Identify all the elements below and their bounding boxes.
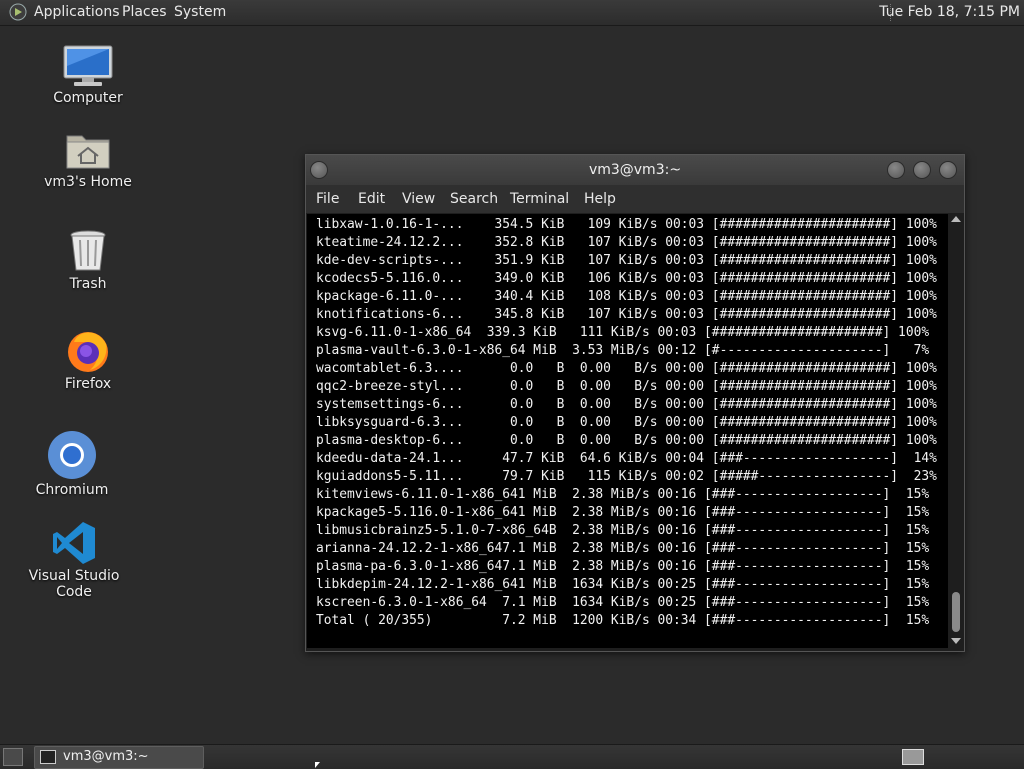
clock[interactable]: Tue Feb 18, 7:15 PM — [879, 4, 1020, 20]
terminal-line: plasma-pa-6.3.0-1-x86_647.1 MiB 2.38 MiB… — [316, 559, 930, 574]
scroll-thumb[interactable] — [952, 592, 960, 632]
desktop-icon-label: Trash — [69, 276, 107, 292]
chromium-icon — [48, 431, 96, 479]
menu-search[interactable]: Search — [450, 191, 498, 207]
terminal-line: libkdepim-24.12.2-1-x86_641 MiB 1634 KiB… — [316, 577, 930, 592]
terminal-line: plasma-desktop-6... 0.0 B 0.00 B/s 00:00… — [316, 433, 937, 448]
terminal-line: plasma-vault-6.3.0-1-x86_64 MiB 3.53 MiB… — [316, 343, 930, 358]
terminal-line: knotifications-6... 345.8 KiB 107 KiB/s … — [316, 307, 937, 322]
terminal-line: systemsettings-6... 0.0 B 0.00 B/s 00:00… — [316, 397, 937, 412]
desktop-icon-chromium[interactable]: Chromium — [12, 430, 132, 498]
desktop-icon-label: vm3's Home — [44, 174, 132, 190]
terminal-menubar: File Edit View Search Terminal Help — [306, 185, 964, 213]
top-panel: Applications Places System Tue Feb 18, 7… — [0, 0, 1024, 26]
bottom-panel: vm3@vm3:~ — [0, 744, 1024, 769]
firefox-icon — [68, 332, 108, 372]
show-desktop-button[interactable] — [3, 748, 23, 766]
terminal-line: libksysguard-6.3... 0.0 B 0.00 B/s 00:00… — [316, 415, 937, 430]
taskbar-item-label: vm3@vm3:~ — [63, 749, 149, 764]
desktop-icon-vscode[interactable]: Visual Studio Code — [14, 520, 134, 600]
terminal-line: kcodecs5-5.116.0... 349.0 KiB 106 KiB/s … — [316, 271, 937, 286]
scroll-up-arrow-icon[interactable] — [951, 216, 961, 222]
applications-menu[interactable]: Applications — [34, 4, 120, 20]
terminal-line: kdeedu-data-24.1... 47.7 KiB 64.6 KiB/s … — [316, 451, 937, 466]
menu-edit[interactable]: Edit — [358, 191, 385, 207]
desktop-icon-trash[interactable]: Trash — [28, 228, 148, 292]
applications-logo-icon[interactable] — [9, 3, 27, 21]
menu-view[interactable]: View — [402, 191, 435, 207]
taskbar-item-terminal[interactable]: vm3@vm3:~ — [34, 746, 204, 769]
desktop-icon-label: Firefox — [64, 376, 112, 392]
window-titlebar[interactable]: vm3@vm3:~ — [306, 155, 964, 185]
terminal-line: libmusicbrainz5-5.1.0-7-x86_64B 2.38 MiB… — [316, 523, 930, 538]
scroll-down-arrow-icon[interactable] — [951, 638, 961, 644]
terminal-output[interactable]: libxaw-1.0.16-1-... 354.5 KiB 109 KiB/s … — [307, 214, 948, 648]
terminal-line: arianna-24.12.2-1-x86_647.1 MiB 2.38 MiB… — [316, 541, 930, 556]
terminal-line: qqc2-breeze-styl... 0.0 B 0.00 B/s 00:00… — [316, 379, 937, 394]
desktop-icon-computer[interactable]: Computer — [28, 44, 148, 106]
terminal-line: kpackage5-5.116.0-1-x86_641 MiB 2.38 MiB… — [316, 505, 930, 520]
minimize-button[interactable] — [887, 161, 905, 179]
desktop-icon-label: Chromium — [35, 482, 109, 498]
terminal-scrollbar[interactable] — [949, 214, 963, 648]
menu-file[interactable]: File — [316, 191, 339, 207]
terminal-line: libxaw-1.0.16-1-... 354.5 KiB 109 KiB/s … — [316, 217, 937, 232]
menu-help[interactable]: Help — [584, 191, 616, 207]
workspace-switcher[interactable] — [902, 749, 924, 765]
window-title: vm3@vm3:~ — [588, 162, 682, 178]
desktop-icon-label: Computer — [53, 90, 123, 106]
terminal-line: kitemviews-6.11.0-1-x86_641 MiB 2.38 MiB… — [316, 487, 930, 502]
mouse-cursor-icon — [315, 762, 320, 768]
vscode-icon — [53, 522, 95, 564]
desktop-icon-label: Visual Studio Code — [28, 568, 120, 600]
desktop-icon-home[interactable]: vm3's Home — [28, 128, 148, 190]
terminal-lines: libxaw-1.0.16-1-... 354.5 KiB 109 KiB/s … — [316, 216, 937, 630]
terminal-line: Total ( 20/355) 7.2 MiB 1200 KiB/s 00:34… — [316, 613, 930, 628]
menu-terminal[interactable]: Terminal — [510, 191, 569, 207]
terminal-line: wacomtablet-6.3.... 0.0 B 0.00 B/s 00:00… — [316, 361, 937, 376]
computer-icon — [63, 45, 113, 86]
maximize-button[interactable] — [913, 161, 931, 179]
terminal-line: kde-dev-scripts-... 351.9 KiB 107 KiB/s … — [316, 253, 937, 268]
trash-icon — [70, 230, 106, 271]
home-folder-icon — [66, 135, 110, 169]
terminal-line: kscreen-6.3.0-1-x86_64 7.1 MiB 1634 KiB/… — [316, 595, 930, 610]
terminal-line: kpackage-6.11.0-... 340.4 KiB 108 KiB/s … — [316, 289, 937, 304]
terminal-line: kguiaddons5-5.11... 79.7 KiB 115 KiB/s 0… — [316, 469, 937, 484]
terminal-line: ksvg-6.11.0-1-x86_64 339.3 KiB 111 KiB/s… — [316, 325, 930, 340]
system-menu[interactable]: System — [174, 4, 226, 20]
places-menu[interactable]: Places — [122, 4, 167, 20]
terminal-window[interactable]: vm3@vm3:~ File Edit View Search Terminal… — [305, 154, 965, 652]
terminal-icon — [40, 750, 56, 764]
desktop-icon-firefox[interactable]: Firefox — [28, 326, 148, 392]
close-button[interactable] — [939, 161, 957, 179]
terminal-line: kteatime-24.12.2... 352.8 KiB 107 KiB/s … — [316, 235, 937, 250]
